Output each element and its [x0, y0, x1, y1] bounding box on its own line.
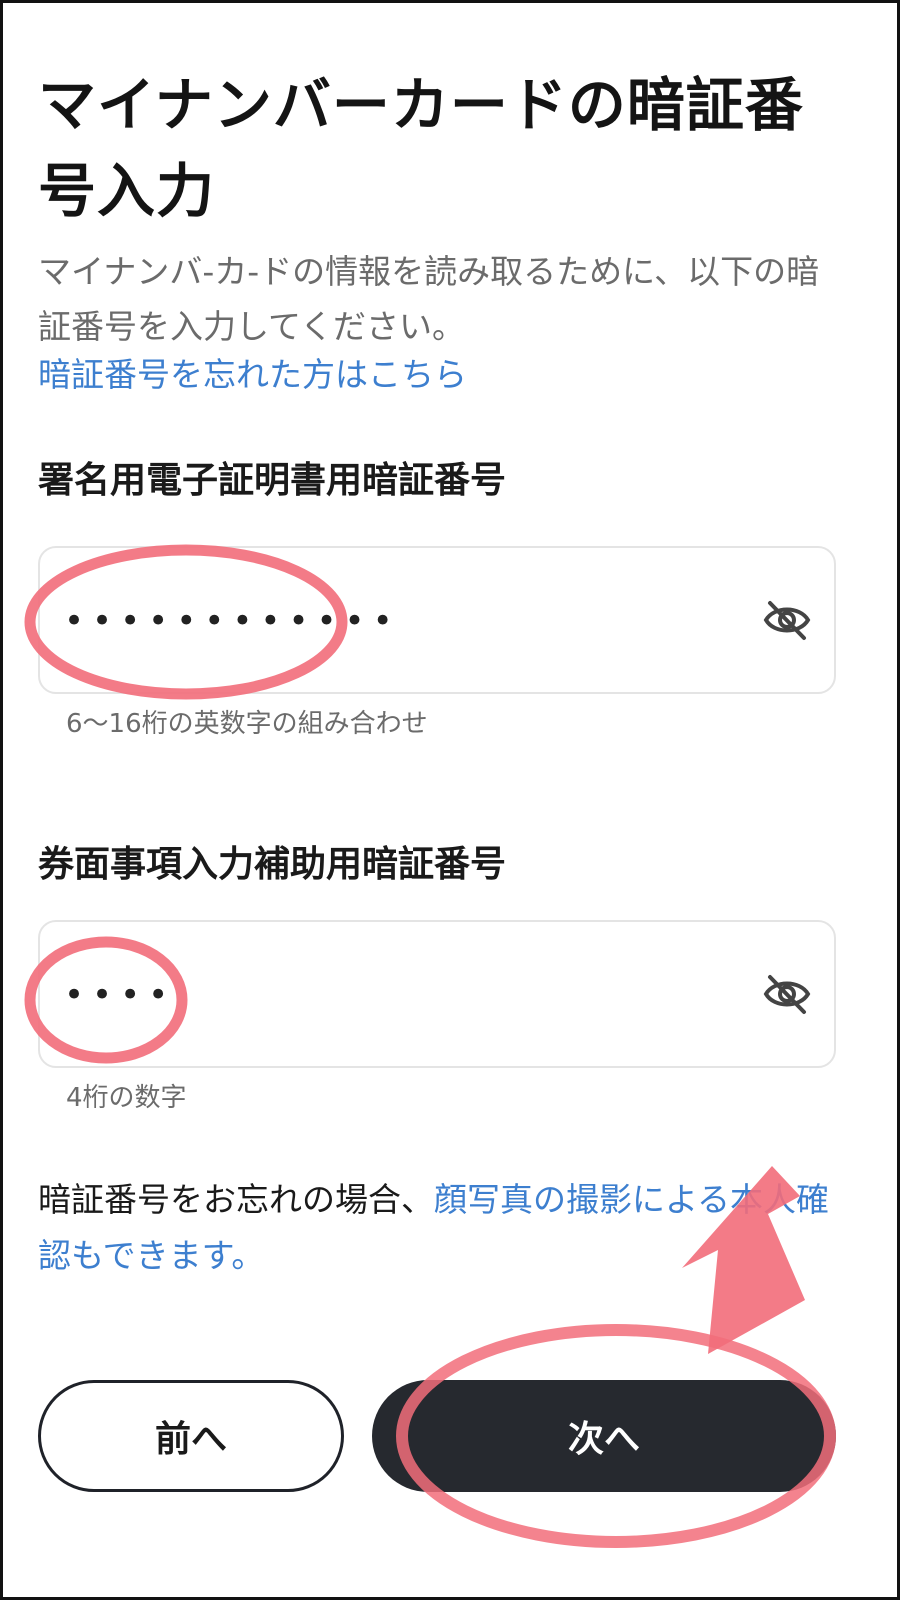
card-info-pin-label: 券面事項入力補助用暗証番号 [38, 844, 507, 885]
alternative-verification-text: 暗証番号をお忘れの場合、顔写真の撮影による本人確認もできます。 [38, 1172, 838, 1284]
signature-pin-field [38, 546, 836, 694]
alternative-prefix: 暗証番号をお忘れの場合、 [38, 1180, 434, 1219]
page-description: マイナンバ-カ-ドの情報を読み取るために、以下の暗証番号を入力してください。 [38, 252, 820, 346]
eye-slash-icon[interactable] [762, 972, 812, 1016]
card-info-pin-field [38, 920, 836, 1068]
page-title: マイナンバーカードの暗証番号入力 [38, 71, 804, 225]
card-info-pin-input[interactable] [62, 922, 706, 1068]
prev-button[interactable]: 前へ [38, 1380, 344, 1492]
forgot-pin-link[interactable]: 暗証番号を忘れた方はこちら [38, 350, 467, 400]
signature-pin-hint: 6〜16桁の英数字の組み合わせ [66, 709, 428, 739]
screen-frame [0, 0, 900, 1600]
signature-pin-label: 署名用電子証明書用暗証番号 [38, 460, 507, 501]
eye-slash-icon[interactable] [762, 598, 812, 642]
card-info-pin-hint: 4桁の数字 [66, 1083, 187, 1113]
signature-pin-input[interactable] [62, 548, 706, 694]
next-button[interactable]: 次へ [372, 1380, 836, 1492]
